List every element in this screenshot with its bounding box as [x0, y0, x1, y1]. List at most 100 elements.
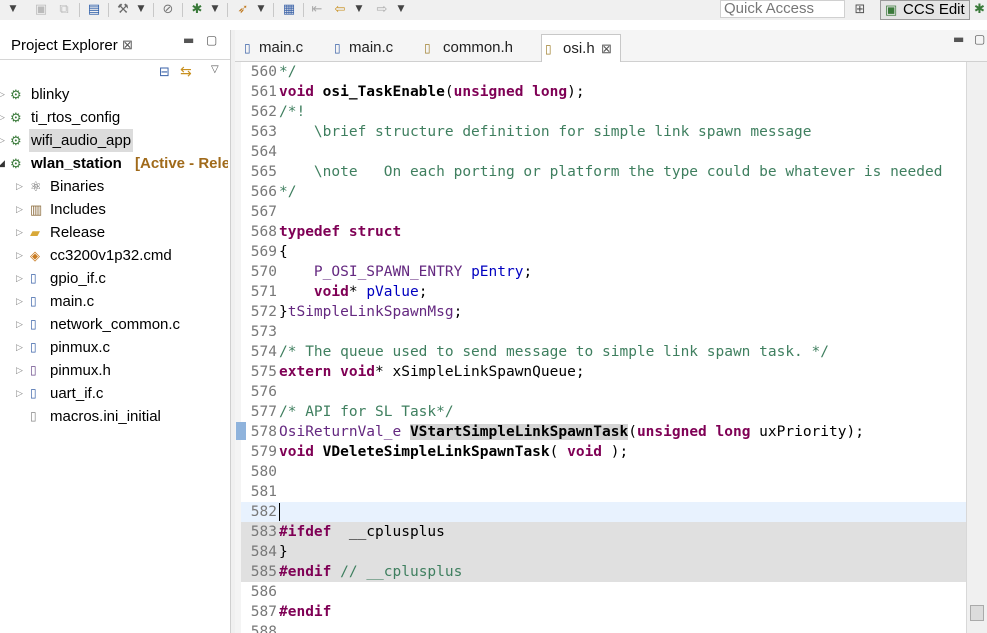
- code-text: extern void* xSimpleLinkSpawnQueue;: [279, 364, 585, 380]
- code-line: 561 void osi_TaskEnable(unsigned long);: [235, 82, 966, 102]
- tree-item-label: blinky: [31, 86, 70, 103]
- code-text: */: [279, 64, 297, 80]
- tab-common-h[interactable]: ▯ common.h: [421, 34, 539, 62]
- maximize-icon[interactable]: ▢: [206, 33, 217, 47]
- code-text: typedef struct: [279, 224, 402, 240]
- code-line: 580: [235, 462, 966, 482]
- code-text: \brief structure definition for simple l…: [279, 124, 812, 140]
- toolbar-separator: [227, 3, 228, 17]
- code-line: 577/* API for SL Task*/: [235, 402, 966, 422]
- minimize-icon[interactable]: ▬: [953, 32, 964, 46]
- occurrence-marker[interactable]: [236, 422, 246, 440]
- tree-item-release[interactable]: ▷ ▰ Release: [0, 221, 228, 244]
- back-arrow-icon[interactable]: ⇦: [330, 0, 350, 18]
- chevron-down-icon[interactable]: ◢: [0, 152, 5, 175]
- maximize-icon[interactable]: ▢: [974, 32, 985, 46]
- flash-icon[interactable]: ➶: [232, 0, 254, 18]
- line-number: 581: [250, 484, 277, 500]
- close-icon[interactable]: ⊠: [122, 37, 133, 53]
- line-number: 585: [250, 564, 277, 580]
- debug-perspective-icon[interactable]: ✱: [972, 0, 987, 18]
- chevron-right-icon[interactable]: ▷: [0, 83, 5, 106]
- tree-item-macros-ini-initial[interactable]: ▯ macros.ini_initial: [0, 405, 228, 428]
- quick-access-input[interactable]: Quick Access: [720, 0, 845, 18]
- code-line: 581: [235, 482, 966, 502]
- project-icon: ⚙: [10, 87, 22, 102]
- tree-item-blinky[interactable]: ▷ ⚙ blinky: [0, 83, 228, 106]
- chevron-right-icon[interactable]: ▷: [16, 267, 23, 290]
- tree-item-main-c[interactable]: ▷ ▯ main.c: [0, 290, 228, 313]
- code-text: #endif // __cplusplus: [279, 564, 463, 580]
- code-line-inactive: 585 #endif // __cplusplus: [235, 562, 966, 582]
- perspective-ccs-edit-button[interactable]: ▣ CCS Edit: [880, 0, 970, 20]
- back-dropdown-button[interactable]: ▼: [352, 0, 366, 18]
- tab-project-explorer[interactable]: Project Explorer ⊠: [0, 30, 142, 60]
- chevron-down-icon: ▼: [397, 4, 405, 14]
- toolbar-separator: [273, 3, 274, 17]
- tab-main-c[interactable]: ▯ main.c: [241, 34, 329, 62]
- tree-item-wlan-station[interactable]: ◢ ⚙ wlan_station [Active - Rele: [0, 152, 228, 175]
- minimize-icon[interactable]: ▬: [183, 33, 194, 47]
- tree-item-network-common-c[interactable]: ▷ ▯ network_common.c: [0, 313, 228, 336]
- chevron-down-icon: ▼: [137, 4, 145, 14]
- build-hammer-icon[interactable]: ⚒: [112, 0, 134, 18]
- chevron-right-icon[interactable]: ▷: [16, 382, 23, 405]
- link-with-editor-icon[interactable]: ⇆: [180, 64, 192, 80]
- forward-arrow-icon[interactable]: ⇨: [372, 0, 392, 18]
- chevron-right-icon[interactable]: ▷: [16, 313, 23, 336]
- toggle-mark-occurrences-icon[interactable]: ▦: [279, 0, 299, 18]
- tree-item-label: uart_if.c: [50, 385, 104, 402]
- code-line: 573: [235, 322, 966, 342]
- tree-item-label: ti_rtos_config: [31, 109, 121, 126]
- debug-bug-icon[interactable]: ✱: [186, 0, 208, 18]
- code-line: 588: [235, 622, 966, 633]
- save-icon[interactable]: ▣: [32, 0, 50, 18]
- new-dropdown-button[interactable]: ▼: [0, 0, 26, 18]
- tree-item-wifi-audio-app[interactable]: ▷ ⚙ wifi_audio_app: [0, 129, 228, 152]
- view-menu-icon[interactable]: ▽: [211, 64, 219, 75]
- tree-item-label: Includes: [50, 201, 106, 218]
- tree-item-includes[interactable]: ▷ ▥ Includes: [0, 198, 228, 221]
- chevron-right-icon[interactable]: ▷: [16, 359, 23, 382]
- tree-item-pinmux-h[interactable]: ▷ ▯ pinmux.h: [0, 359, 228, 382]
- skip-breakpoints-icon[interactable]: ⊘: [158, 0, 178, 18]
- tab-label: osi.h: [563, 40, 595, 57]
- build-dropdown-button[interactable]: ▼: [134, 0, 148, 18]
- chevron-right-icon[interactable]: ▷: [16, 290, 23, 313]
- forward-dropdown-button[interactable]: ▼: [394, 0, 408, 18]
- code-line: 565 \note On each porting or platform th…: [235, 162, 966, 182]
- chevron-right-icon[interactable]: ▷: [16, 221, 23, 244]
- code-text: \note On each porting or platform the ty…: [279, 164, 943, 180]
- chevron-right-icon[interactable]: ▷: [16, 198, 23, 221]
- tree-item-pinmux-c[interactable]: ▷ ▯ pinmux.c: [0, 336, 228, 359]
- tree-item-label: wlan_station: [31, 155, 122, 172]
- last-edit-location-icon[interactable]: ⇤: [307, 0, 327, 18]
- open-perspective-icon[interactable]: ⊞: [850, 0, 870, 18]
- code-text: /*!: [279, 104, 306, 120]
- chevron-right-icon[interactable]: ▷: [0, 129, 5, 152]
- code-text: #endif: [279, 604, 332, 620]
- save-all-icon[interactable]: ⧉: [54, 0, 74, 18]
- tree-item-binaries[interactable]: ▷ ⚛ Binaries: [0, 175, 228, 198]
- tab-main-c[interactable]: ▯ main.c: [331, 34, 419, 62]
- project-icon: ⚙: [10, 133, 22, 148]
- debug-dropdown-button[interactable]: ▼: [208, 0, 222, 18]
- annotation-ruler[interactable]: [235, 62, 246, 633]
- tree-item-cc3200v1p32-cmd[interactable]: ▷ ◈ cc3200v1p32.cmd: [0, 244, 228, 267]
- chevron-right-icon[interactable]: ▷: [16, 175, 23, 198]
- code-line: 563 \brief structure definition for simp…: [235, 122, 966, 142]
- terminal-icon[interactable]: ▤: [84, 0, 104, 18]
- code-editor[interactable]: 560 */ 561 void osi_TaskEnable(unsigned lo…: [235, 62, 966, 633]
- flash-dropdown-button[interactable]: ▼: [254, 0, 268, 18]
- tree-item-uart-if-c[interactable]: ▷ ▯ uart_if.c: [0, 382, 228, 405]
- chevron-right-icon[interactable]: ▷: [16, 336, 23, 359]
- tree-item-ti-rtos-config[interactable]: ▷ ⚙ ti_rtos_config: [0, 106, 228, 129]
- chevron-right-icon[interactable]: ▷: [0, 106, 5, 129]
- editor-vertical-scrollbar[interactable]: [966, 62, 987, 633]
- chevron-right-icon[interactable]: ▷: [16, 244, 23, 267]
- tab-osi-h[interactable]: ▯ osi.h ⊠: [541, 34, 621, 62]
- scrollbar-thumb[interactable]: [970, 605, 984, 621]
- collapse-all-icon[interactable]: ⊟: [159, 65, 170, 80]
- close-icon[interactable]: ⊠: [601, 35, 612, 63]
- tree-item-gpio-if-c[interactable]: ▷ ▯ gpio_if.c: [0, 267, 228, 290]
